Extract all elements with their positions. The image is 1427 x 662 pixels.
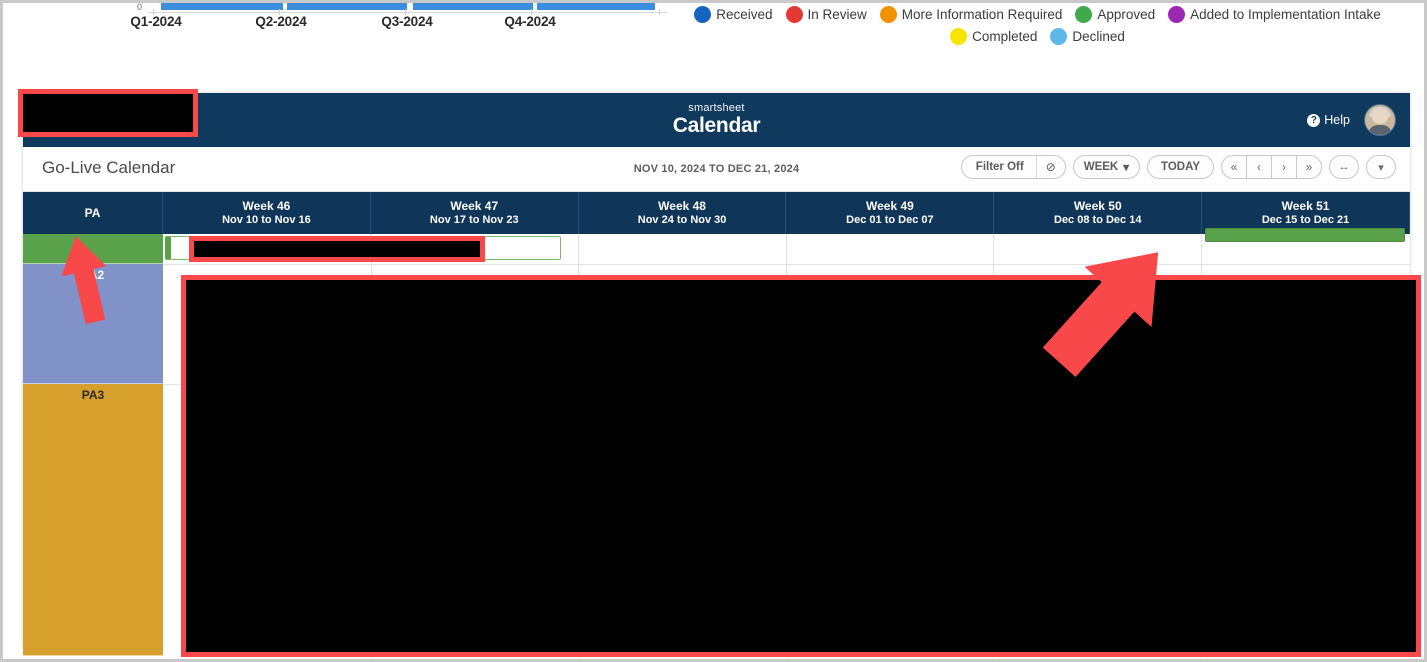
nav-next-icon[interactable]: › — [1271, 155, 1297, 179]
nav-previous-icon[interactable]: ‹ — [1246, 155, 1272, 179]
week-dates-46: Nov 10 to Nov 16 — [222, 213, 311, 226]
legend-dot-declined — [1050, 27, 1068, 45]
filter-control[interactable]: Filter Off ⊘ — [960, 155, 1066, 179]
help-label: Help — [1324, 113, 1350, 127]
calendar-title-bar: Go-Live Calendar NOV 10, 2024 TO DEC 21,… — [23, 147, 1410, 192]
legend-dot-in-review — [785, 5, 803, 23]
chart-bar-q3 — [413, 3, 533, 10]
chart-tick-5 — [659, 9, 660, 15]
today-label: TODAY — [1161, 161, 1200, 173]
legend-item-completed: Completed — [950, 27, 1038, 45]
avatar[interactable] — [1364, 104, 1396, 136]
app-header-right: ? Help — [1307, 93, 1396, 147]
week-number-48: Week 48 — [658, 198, 706, 213]
nav-first-icon[interactable]: « — [1221, 155, 1247, 179]
avatar-face — [1372, 109, 1388, 124]
nav-last-icon[interactable]: » — [1296, 155, 1322, 179]
legend-item-received: Received — [694, 5, 773, 23]
legend-label-in-review: In Review — [807, 6, 867, 22]
legend-dot-approved — [1075, 5, 1093, 23]
legend-row-2: Completed Declined — [671, 25, 1411, 47]
column-header-pa-label: PA — [84, 205, 101, 220]
view-mode-dropdown[interactable]: WEEK ▾ — [1072, 155, 1140, 179]
event-week51[interactable] — [1205, 228, 1405, 242]
legend-dot-added-to-implementation-intake — [1168, 5, 1186, 23]
column-header-pa: PA — [23, 192, 163, 234]
column-header-week-47: Week 47 Nov 17 to Nov 23 — [371, 192, 579, 234]
chart-xtick-q2: Q2-2024 — [255, 14, 307, 29]
redaction-main — [181, 275, 1421, 657]
calendar-toolbar: Filter Off ⊘ WEEK ▾ TODAY « ‹ › » ↔ ▾ — [960, 155, 1396, 179]
redaction-header — [18, 89, 198, 137]
week-dates-49: Dec 01 to Dec 07 — [846, 213, 934, 226]
chart-ytick-0: 0 — [137, 2, 143, 12]
legend-label-approved: Approved — [1097, 6, 1156, 22]
help-icon: ? — [1307, 113, 1321, 127]
chart-xtick-q4: Q4-2024 — [504, 14, 556, 29]
legend-item-in-review: In Review — [785, 5, 867, 23]
week-dates-51: Dec 15 to Dec 21 — [1261, 213, 1350, 226]
legend-dot-completed — [950, 27, 968, 45]
legend-label-added-to-implementation-intake: Added to Implementation Intake — [1190, 6, 1381, 22]
legend-dot-more-information-required — [879, 5, 897, 23]
filter-status-label: Filter Off — [962, 156, 1037, 178]
app-header-bar: smartsheet Calendar ? Help — [23, 93, 1410, 147]
calendar-column-headers: PA Week 46 Nov 10 to Nov 16 Week 47 Nov … — [23, 192, 1410, 234]
chevron-down-icon: ▾ — [1123, 162, 1129, 174]
week-dates-48: Nov 24 to Nov 30 — [637, 213, 727, 226]
chart-plot-area: 0 — [69, 2, 667, 15]
row-divider-1 — [163, 264, 1410, 265]
legend-label-received: Received — [716, 6, 773, 22]
legend-item-declined: Declined — [1050, 27, 1125, 45]
column-header-week-49: Week 49 Dec 01 to Dec 07 — [786, 192, 995, 234]
logo-brand-text: smartsheet — [688, 102, 745, 115]
week-number-49: Week 49 — [865, 198, 914, 213]
help-button[interactable]: ? Help — [1307, 113, 1350, 127]
logo-product-text: Calendar — [672, 113, 761, 137]
screenshot-root: 0 Q1-2024 Q2-2024 Q3-2024 Q4-2024 Receiv… — [0, 0, 1427, 662]
today-button[interactable]: TODAY — [1147, 155, 1214, 179]
legend-item-added-to-implementation-intake: Added to Implementation Intake — [1168, 5, 1381, 23]
calendar-navigation-group: « ‹ › » — [1221, 155, 1322, 179]
legend-label-declined: Declined — [1072, 28, 1125, 44]
legend-label-completed: Completed — [972, 28, 1038, 44]
week-number-46: Week 46 — [242, 198, 291, 213]
chart-xtick-q3: Q3-2024 — [381, 14, 433, 29]
redaction-event — [189, 236, 485, 262]
chart-bar-q4 — [537, 3, 655, 10]
pa-row-3-label: PA3 — [81, 388, 105, 402]
filter-off-icon[interactable]: ⊘ — [1037, 156, 1065, 178]
status-legend: Received In Review More Information Requ… — [671, 3, 1411, 47]
more-options-icon[interactable]: ▾ — [1366, 155, 1396, 179]
week-number-50: Week 50 — [1073, 198, 1122, 213]
pa-row-3[interactable]: PA3 — [23, 384, 163, 656]
smartsheet-logo: smartsheet Calendar — [672, 102, 761, 137]
legend-label-more-information-required: More Information Required — [901, 6, 1063, 22]
week-number-47: Week 47 — [450, 198, 499, 213]
chart-bar-q1 — [161, 3, 283, 10]
chart-bar-q2 — [287, 3, 407, 10]
column-header-week-46: Week 46 Nov 10 to Nov 16 — [163, 192, 371, 234]
chart-x-axis — [147, 12, 667, 13]
avatar-body — [1368, 125, 1392, 135]
legend-dot-received — [694, 5, 712, 23]
week-number-51: Week 51 — [1281, 198, 1330, 213]
week-dates-47: Nov 17 to Nov 23 — [429, 213, 519, 226]
column-header-week-48: Week 48 Nov 24 to Nov 30 — [579, 192, 787, 234]
legend-item-more-information-required: More Information Required — [879, 5, 1063, 23]
chart-xtick-q1: Q1-2024 — [130, 14, 182, 29]
column-header-week-50: Week 50 Dec 08 to Dec 14 — [994, 192, 1203, 234]
legend-item-approved: Approved — [1075, 5, 1156, 23]
arrow-left — [61, 236, 107, 325]
resize-columns-icon[interactable]: ↔ — [1329, 155, 1359, 179]
arrow-right — [1042, 252, 1159, 377]
week-dates-50: Dec 08 to Dec 14 — [1054, 213, 1142, 226]
legend-row-1: Received In Review More Information Requ… — [671, 3, 1411, 25]
view-mode-label: WEEK — [1083, 161, 1119, 173]
